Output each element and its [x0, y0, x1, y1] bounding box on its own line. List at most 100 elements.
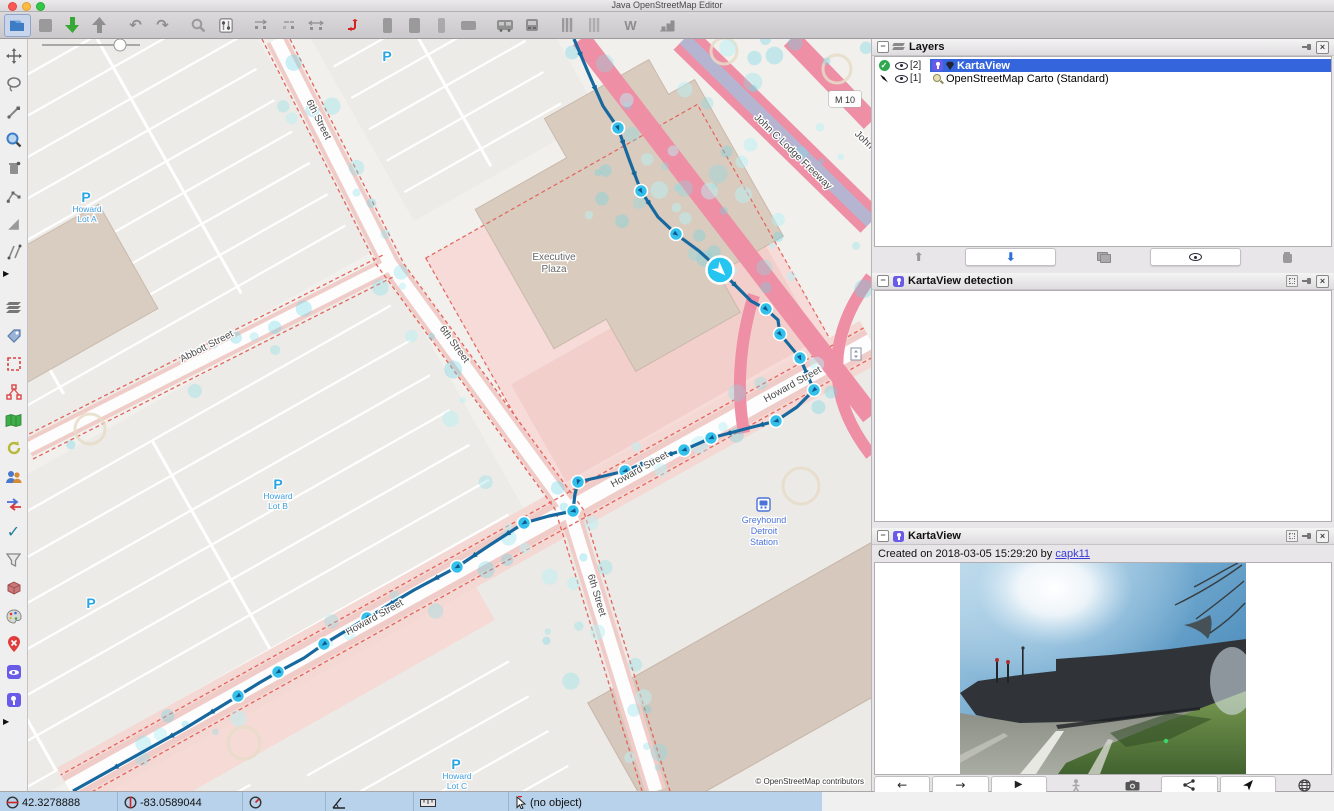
validator-dialog-toggle[interactable]: ✓: [1, 518, 26, 546]
terrace-button[interactable]: W: [618, 15, 643, 36]
object-info-field: (no object): [509, 792, 822, 811]
map-dialog-toggle[interactable]: [1, 406, 26, 434]
close-icon[interactable]: ×: [1316, 275, 1329, 288]
save-button[interactable]: [33, 15, 58, 36]
collapse-icon[interactable]: −: [877, 275, 889, 287]
palette-icon: [6, 609, 22, 624]
tags-dialog-toggle[interactable]: [1, 322, 26, 350]
pin-icon[interactable]: [1302, 276, 1312, 286]
move-layer-down-button[interactable]: ⬇: [965, 248, 1056, 266]
detach-icon[interactable]: [1286, 530, 1298, 542]
pin-icon[interactable]: [1302, 531, 1312, 541]
stripe-layer-2-icon: [589, 18, 600, 32]
stripe-layer-2-button[interactable]: [582, 15, 607, 36]
open-file-button[interactable]: [4, 14, 31, 37]
dialogs-overflow-expander[interactable]: ▶: [0, 714, 28, 728]
parking-symbol: P: [81, 189, 90, 205]
layers-list: ✓ [2] KartaView [1]: [874, 56, 1332, 247]
upload-data-button[interactable]: [87, 15, 112, 36]
kartaview-detection-toggle[interactable]: [1, 658, 26, 686]
folder-open-icon: [9, 18, 26, 32]
layer-visibility-icon[interactable]: [895, 62, 908, 70]
collapse-icon[interactable]: −: [877, 530, 889, 542]
redo-button[interactable]: ↷: [150, 15, 175, 36]
validator-check-icon: ✓: [7, 524, 20, 540]
improve-accuracy-tool[interactable]: ◢: [1, 210, 26, 238]
changeset-dialog-toggle[interactable]: [1, 434, 26, 462]
draw-node-tool[interactable]: [1, 98, 26, 126]
filter-icon: [6, 553, 21, 568]
status-bar-right: [822, 792, 1334, 811]
zoom-tool[interactable]: [1, 126, 26, 154]
layer-row-osm-carto[interactable]: [1] OpenStreetMap Carto (Standard): [875, 72, 1331, 85]
window-title: Java OpenStreetMap Editor: [0, 0, 1334, 11]
filter-dialog-toggle[interactable]: [1, 546, 26, 574]
kartaview-toggle[interactable]: [1, 686, 26, 714]
turn-restriction-button[interactable]: [339, 15, 364, 36]
imagery-layer-icon: [932, 73, 943, 84]
chart-button[interactable]: [654, 15, 679, 36]
command-stack-dialog-toggle[interactable]: [1, 574, 26, 602]
distribute-center-button[interactable]: [276, 15, 301, 36]
imagery-block-2-button[interactable]: [402, 15, 427, 36]
download-data-button[interactable]: [60, 15, 85, 36]
route-shield: M 10: [829, 91, 861, 107]
stripe-layer-1-button[interactable]: [555, 15, 580, 36]
layers-icon: [893, 42, 905, 52]
pointer-icon: [515, 796, 527, 809]
relations-dialog-toggle[interactable]: [1, 378, 26, 406]
camera-icon: [1125, 780, 1140, 791]
tag-icon: [6, 328, 22, 344]
show-hide-layer-button[interactable]: [1150, 248, 1241, 266]
detach-icon[interactable]: [1286, 275, 1298, 287]
clock-icon: [249, 796, 262, 809]
distribute-spread-button[interactable]: [303, 15, 328, 36]
move-tool[interactable]: [1, 42, 26, 70]
preferences-button[interactable]: [213, 15, 238, 36]
parallel-way-tool[interactable]: [1, 238, 26, 266]
layers-dialog-toggle[interactable]: [1, 294, 26, 322]
authors-dialog-toggle[interactable]: [1, 462, 26, 490]
photo-viewer[interactable]: [874, 562, 1332, 775]
pin-icon[interactable]: [1302, 42, 1312, 52]
close-icon[interactable]: ×: [1316, 530, 1329, 543]
delete-layer-button[interactable]: [1243, 248, 1332, 266]
author-link[interactable]: capk11: [1055, 548, 1090, 560]
imagery-block-3-button[interactable]: [429, 15, 454, 36]
undo-button[interactable]: ↶: [123, 15, 148, 36]
note-pin-toggle[interactable]: [1, 630, 26, 658]
bus-front-button[interactable]: [492, 15, 517, 36]
move-layer-up-button[interactable]: ⬆: [874, 248, 963, 266]
distance-field: [414, 792, 509, 811]
kartaview-panel: − KartaView × Created on 2018-03-05 15:2…: [872, 528, 1334, 795]
zoom-slider-knob[interactable]: [114, 39, 126, 51]
parking-symbol: P: [86, 595, 95, 611]
lasso-tool[interactable]: [1, 70, 26, 98]
improve-accuracy-icon: ◢: [8, 217, 19, 231]
imagery-block-4-icon: [461, 21, 476, 30]
close-icon[interactable]: ×: [1316, 41, 1329, 54]
note-pin-icon: [7, 636, 21, 652]
collapse-icon[interactable]: −: [877, 41, 889, 53]
zoom-search-button[interactable]: [186, 15, 211, 36]
layer-row-kartaview[interactable]: ✓ [2] KartaView: [875, 59, 1331, 72]
imagery-block-4-button[interactable]: [456, 15, 481, 36]
conflicts-dialog-toggle[interactable]: [1, 490, 26, 518]
selection-dialog-toggle[interactable]: [1, 350, 26, 378]
layer-active-check-icon: ✓: [879, 60, 890, 71]
merge-layer-button[interactable]: [1058, 248, 1147, 266]
map-paint-styles-toggle[interactable]: [1, 602, 26, 630]
bus-rear-button[interactable]: [519, 15, 544, 36]
lot-label: Lot A: [77, 214, 97, 224]
zoom-icon: [6, 132, 22, 148]
map-canvas[interactable]: 6th Street 6th Street 6th Street Abbott …: [28, 39, 871, 791]
distribute-left-button[interactable]: [249, 15, 274, 36]
relations-icon: [6, 384, 22, 400]
draw-way-tool[interactable]: [1, 182, 26, 210]
tools-overflow-expander[interactable]: ▶: [0, 266, 28, 280]
bus-rear-icon: [524, 18, 540, 32]
layer-visibility-icon[interactable]: [895, 75, 908, 83]
imagery-block-1-button[interactable]: [375, 15, 400, 36]
layers-panel-buttons: ⬆ ⬇: [872, 247, 1334, 267]
delete-tool[interactable]: [1, 154, 26, 182]
